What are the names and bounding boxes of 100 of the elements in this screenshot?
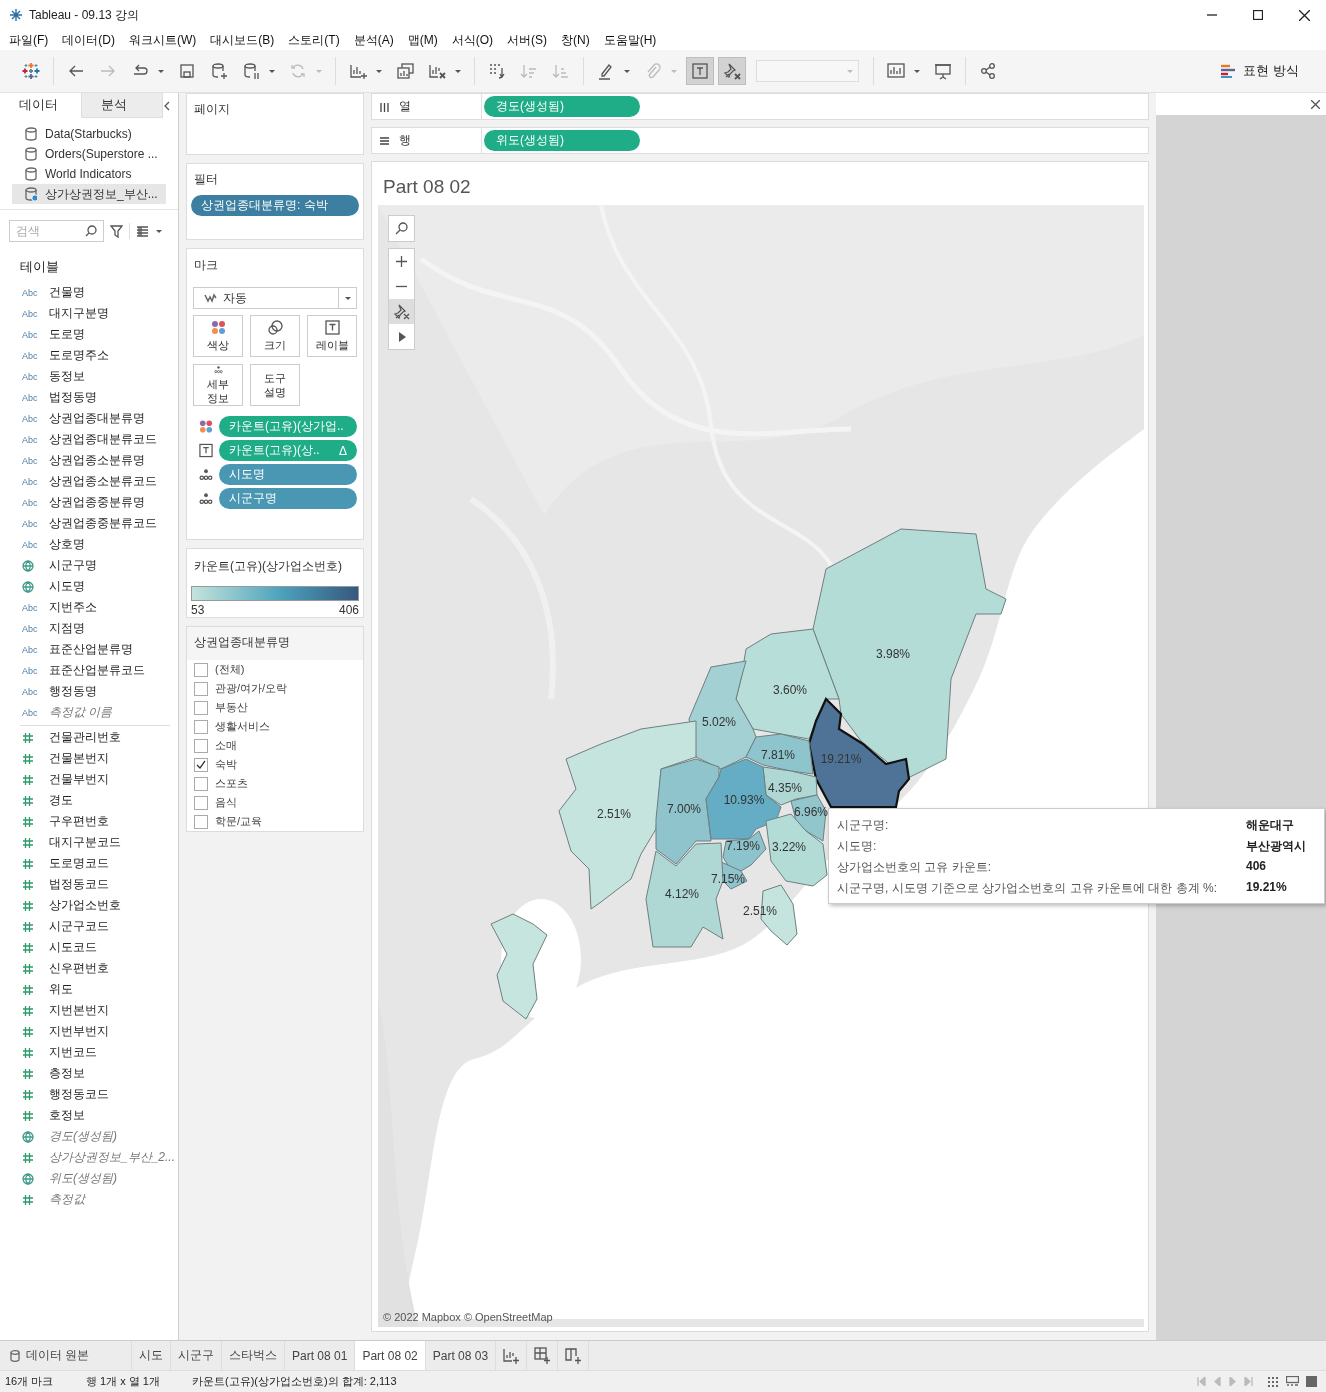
menu-item[interactable]: 스토리(T) (282, 31, 346, 49)
field-item[interactable]: 측정값 이름 (49, 704, 113, 721)
data-source-item[interactable]: Data(Starbucks) (12, 124, 166, 144)
menu-item[interactable]: 대시보드(B) (204, 31, 281, 49)
field-item[interactable]: 법정동코드 (49, 876, 109, 893)
checkbox[interactable] (194, 700, 208, 715)
field-item[interactable]: 경도(생성됨) (49, 1128, 117, 1145)
field-item[interactable]: 상가상권정보_부산_2... (49, 1149, 176, 1166)
field-item[interactable]: 지번주소 (49, 599, 97, 616)
checkbox[interactable] (194, 738, 208, 753)
checkbox[interactable] (194, 662, 208, 677)
field-item[interactable]: 행정동명 (49, 683, 97, 700)
text-box-button[interactable] (686, 57, 714, 85)
field-item[interactable]: 상권업종소분류코드 (49, 473, 157, 490)
data-source-item[interactable]: 상가상권정보_부산... (12, 184, 166, 204)
field-item[interactable]: 상권업종중분류명 (49, 494, 145, 511)
field-item[interactable]: 측정값 (49, 1191, 85, 1208)
hash-icon (22, 1067, 33, 1080)
field-item[interactable]: 도로명주소 (49, 347, 109, 364)
district-region[interactable] (807, 697, 911, 809)
field-item[interactable]: 건물부번지 (49, 771, 109, 788)
filter-pill[interactable]: 상권업종대분류명: 숙박 (191, 195, 359, 216)
field-item[interactable]: 건물명 (49, 284, 85, 301)
menu-item[interactable]: 파일(F) (3, 31, 55, 49)
field-item[interactable]: 표준산업분류명 (49, 641, 133, 658)
field-item[interactable]: 경도 (49, 792, 73, 809)
menu-item[interactable]: 워크시트(W) (123, 31, 203, 49)
list-icon[interactable] (136, 225, 149, 237)
new-dashboard-icon (533, 1347, 551, 1364)
close-button[interactable] (1311, 99, 1320, 109)
checkbox[interactable] (194, 719, 208, 734)
field-item[interactable]: 지번본번지 (49, 1002, 109, 1019)
field-item[interactable]: 시군구코드 (49, 918, 109, 935)
status-text: 카운트(고유)(상가업소번호)의 합계: 2,113 (192, 1374, 397, 1389)
label-card-button[interactable]: 레이블 (307, 315, 357, 357)
field-item[interactable]: 대지구분명 (49, 305, 109, 322)
checkbox-label: 음식 (215, 795, 237, 810)
menu-item[interactable]: 맵(M) (401, 31, 444, 49)
show-me-button[interactable]: 표현 방식 (1221, 62, 1299, 80)
tooltip-card-button[interactable]: 도구 설명 (250, 364, 300, 406)
field-item[interactable]: 상권업종대분류명 (49, 410, 145, 427)
field-item[interactable]: 건물관리번호 (49, 729, 121, 746)
menu-item[interactable]: 분석(A) (347, 31, 400, 49)
filmstrip-icon[interactable] (1286, 1376, 1299, 1387)
size-card-button[interactable]: 크기 (250, 315, 300, 357)
checkbox[interactable] (194, 795, 208, 810)
checkbox[interactable] (194, 757, 208, 772)
field-item[interactable]: 호정보 (49, 1107, 85, 1124)
field-item[interactable]: 동정보 (49, 368, 85, 385)
color-dots-icon (210, 320, 226, 335)
filter-icon[interactable] (110, 224, 123, 238)
color-card-button[interactable]: 색상 (193, 315, 243, 357)
menu-item[interactable]: 서버(S) (501, 31, 553, 49)
field-item[interactable]: 신우편번호 (49, 960, 109, 977)
field-item[interactable]: 행정동코드 (49, 1086, 109, 1103)
menu-item[interactable]: 도움말(H) (597, 31, 663, 49)
field-item[interactable]: 층정보 (49, 1065, 85, 1082)
field-item[interactable]: 상권업종중분류코드 (49, 515, 157, 532)
detail-card-button[interactable]: 세부 정보 (193, 364, 243, 406)
menu-item[interactable]: 서식(O) (445, 31, 499, 49)
field-item[interactable]: 시군구명 (49, 557, 97, 574)
checkbox[interactable] (194, 776, 208, 791)
field-item[interactable]: 위도 (49, 981, 73, 998)
field-item[interactable]: 지점명 (49, 620, 85, 637)
checkbox[interactable] (194, 814, 208, 829)
field-item[interactable]: 상권업종소분류명 (49, 452, 145, 469)
field-item[interactable]: 지번부번지 (49, 1023, 109, 1040)
field-item[interactable]: 도로명 (49, 326, 85, 343)
percent-label: 7.81% (761, 748, 795, 762)
unpin-button[interactable] (389, 299, 414, 324)
checkbox[interactable] (194, 681, 208, 696)
field-item[interactable]: 위도(생성됨) (49, 1170, 117, 1187)
data-source-item[interactable]: Orders(Superstore ... (12, 144, 166, 164)
data-source-item[interactable]: World Indicators (12, 164, 166, 184)
collapse-icon[interactable] (163, 100, 170, 111)
field-item[interactable]: 건물본번지 (49, 750, 109, 767)
field-item[interactable]: 상가업소번호 (49, 897, 121, 914)
field-item[interactable]: 시도명 (49, 578, 85, 595)
field-item[interactable]: 표준산업분류코드 (49, 662, 145, 679)
close-icon (1311, 99, 1320, 109)
menu-item[interactable]: 창(N) (555, 31, 596, 49)
field-item[interactable]: 상권업종대분류코드 (49, 431, 157, 448)
field-item[interactable]: 상호명 (49, 536, 85, 553)
grid-view-icon[interactable] (1267, 1376, 1279, 1387)
field-item[interactable]: 구우편번호 (49, 813, 109, 830)
district-region[interactable] (745, 733, 814, 775)
sheet-tab[interactable]: Part 08 02 (355, 1341, 426, 1370)
pane-tab[interactable]: 분석 (81, 93, 163, 118)
chart-clear-icon (428, 62, 446, 80)
field-item[interactable]: 도로명코드 (49, 855, 109, 872)
field-item[interactable]: 대지구분코드 (49, 834, 121, 851)
pin-button[interactable] (718, 57, 746, 85)
menu-item[interactable]: 데이터(D) (56, 31, 121, 49)
field-item[interactable]: 지번코드 (49, 1044, 97, 1061)
caret-icon[interactable] (155, 228, 163, 234)
hash-icon (22, 1025, 33, 1038)
field-item[interactable]: 법정동명 (49, 389, 97, 406)
mark-type-dropdown[interactable]: 자동 (193, 287, 357, 309)
field-item[interactable]: 시도코드 (49, 939, 97, 956)
checkbox-label: 소매 (215, 738, 237, 753)
